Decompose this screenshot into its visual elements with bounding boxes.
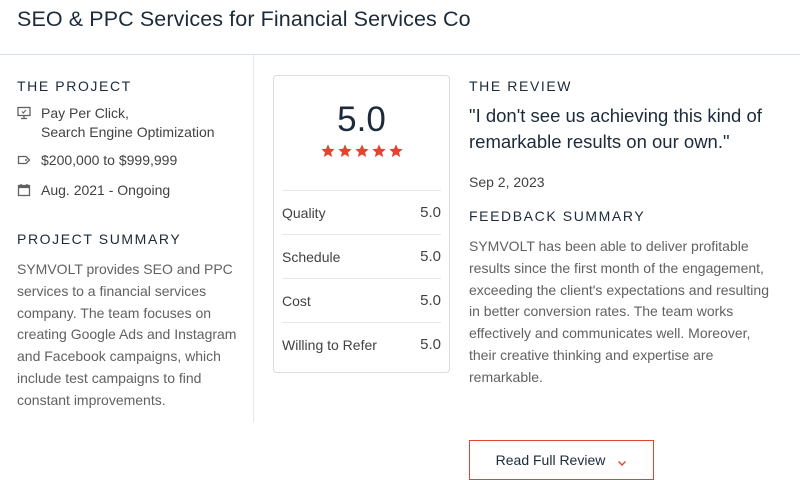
project-summary-label: PROJECT SUMMARY — [17, 231, 182, 247]
star-icon — [371, 143, 387, 159]
star-rating — [274, 143, 449, 159]
rating-row-cost: Cost 5.0 — [282, 278, 441, 322]
read-full-review-button[interactable]: Read Full Review — [469, 440, 654, 480]
rating-row-schedule: Schedule 5.0 — [282, 234, 441, 278]
rating-label: Quality — [282, 204, 326, 221]
review-quote: "I don't see us achieving this kind of r… — [469, 105, 762, 152]
tag-icon — [17, 153, 31, 167]
rating-card: 5.0 Quality 5.0 Schedule 5.0 Cost 5.0 Wi… — [273, 75, 450, 373]
feedback-summary-text: SYMVOLT has been able to deliver profita… — [469, 238, 769, 385]
rating-label: Schedule — [282, 248, 341, 265]
service-seo: Search Engine Optimization — [41, 124, 215, 140]
star-icon — [388, 143, 404, 159]
rating-row-willing-to-refer: Willing to Refer 5.0 — [282, 322, 441, 366]
rating-value: 5.0 — [420, 204, 441, 221]
header-divider — [0, 54, 800, 55]
review-date: Sep 2, 2023 — [469, 174, 545, 190]
rating-label: Cost — [282, 292, 311, 309]
rating-value: 5.0 — [420, 248, 441, 265]
dates-value: Aug. 2021 - Ongoing — [41, 182, 171, 198]
chevron-down-icon — [617, 455, 627, 466]
column-divider — [253, 55, 254, 422]
page-title: SEO & PPC Services for Financial Service… — [17, 7, 471, 31]
desktop-icon — [17, 106, 31, 120]
feedback-summary-label: FEEDBACK SUMMARY — [469, 208, 646, 224]
project-section-label: THE PROJECT — [17, 78, 132, 94]
rating-label: Willing to Refer — [282, 336, 377, 353]
calendar-icon — [17, 183, 31, 197]
project-summary-text: SYMVOLT provides SEO and PPC services to… — [17, 261, 237, 408]
star-icon — [354, 143, 370, 159]
budget-value: $200,000 to $999,999 — [41, 152, 178, 168]
read-full-review-label: Read Full Review — [495, 452, 606, 468]
rating-row-quality: Quality 5.0 — [282, 190, 441, 234]
star-icon — [320, 143, 336, 159]
project-budget: $200,000 to $999,999 — [17, 151, 177, 170]
project-dates: Aug. 2021 - Ongoing — [17, 181, 170, 200]
star-icon — [337, 143, 353, 159]
service-ppc: Pay Per Click, — [41, 105, 129, 121]
review-section-label: THE REVIEW — [469, 78, 573, 94]
rating-value: 5.0 — [420, 292, 441, 309]
rating-value: 5.0 — [420, 336, 441, 353]
project-services: Pay Per Click, Search Engine Optimizatio… — [17, 104, 215, 142]
overall-rating: 5.0 — [337, 100, 386, 139]
